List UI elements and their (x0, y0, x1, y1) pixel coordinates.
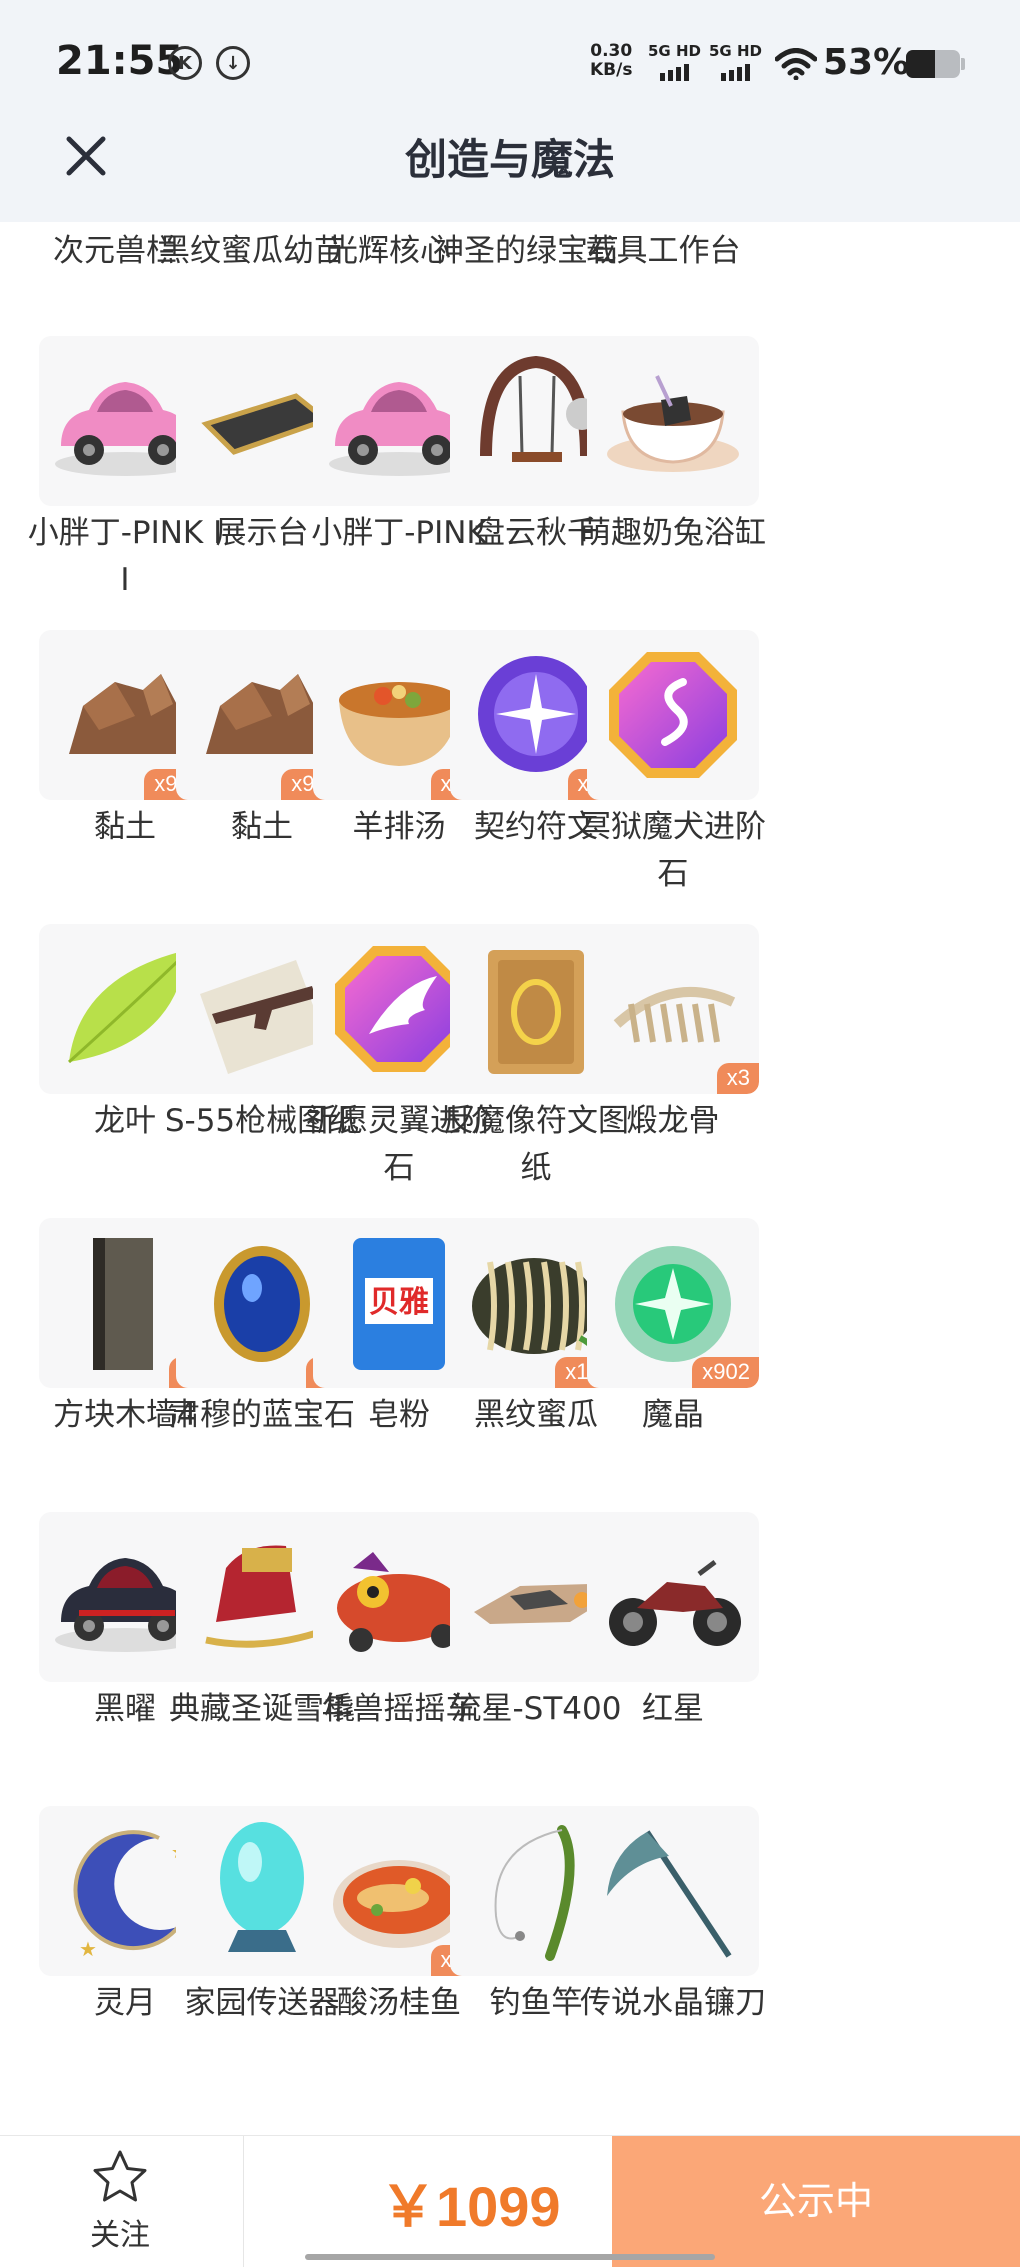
item-card[interactable]: 冥狱魔犬进阶石 (574, 630, 772, 898)
sim2-label: 5G HD (709, 42, 762, 60)
partial-item-label[interactable]: 载具工作台 (568, 228, 758, 275)
bottom-bar: 关注 ￥1099 公示中 (0, 2135, 1020, 2267)
item-card[interactable]: 萌趣奶兔浴缸 (574, 336, 772, 557)
top-bar: 21:55 K ↓ 0.30 KB/s 5G HD 5G HD 53% 创造与魔… (0, 0, 1020, 222)
status-time: 21:55 (56, 38, 184, 84)
signal-sim2-icon: 5G HD (709, 42, 762, 81)
signal-sim1-icon: 5G HD (648, 42, 701, 81)
public-notice-button[interactable]: 公示中 (612, 2136, 1020, 2267)
item-name: 煅龙骨 (626, 1103, 720, 1139)
battery-cap (961, 58, 965, 70)
item-thumbnail: x902 (587, 1218, 759, 1388)
item-card[interactable]: x3 煅龙骨 (574, 924, 772, 1145)
teacup-bathtub-icon (607, 375, 739, 472)
follow-label: 关注 (90, 2218, 150, 2253)
item-name: 红星 (642, 1691, 704, 1727)
item-thumbnail (587, 630, 759, 800)
item-thumbnail (587, 1512, 759, 1682)
follow-button[interactable]: 关注 (70, 2148, 170, 2254)
battery-percent: 53% (823, 42, 910, 83)
pink-gem-icon (609, 652, 737, 778)
wifi-icon (775, 48, 817, 80)
svg-text:贝雅: 贝雅 (369, 1285, 429, 1320)
item-card[interactable]: 红星 (574, 1512, 772, 1733)
network-speed: 0.30 KB/s (590, 42, 632, 80)
motorcycle-icon (609, 1560, 741, 1646)
item-name: 传说水晶镰刀 (580, 1985, 766, 2021)
item-thumbnail (587, 1806, 759, 1976)
page-title: 创造与魔法 (404, 135, 615, 184)
item-name: 冥狱魔犬进阶石 (580, 809, 766, 892)
battery-icon (906, 50, 960, 78)
star-icon (93, 2150, 147, 2202)
item-card[interactable]: 传说水晶镰刀 (574, 1806, 772, 2027)
svg-text:★: ★ (79, 1937, 97, 1961)
item-name: 萌趣奶兔浴缸 (580, 515, 766, 551)
network-speed-value: 0.30 (590, 41, 633, 61)
item-thumbnail: x3 (587, 924, 759, 1094)
page-header: 创造与魔法 (0, 108, 1020, 222)
item-grid: 次元兽栏 黑纹蜜瓜幼苗 光辉核心 神圣的绿宝石 载具工作台 小胖丁-PINK II 展示台… (0, 222, 1020, 2122)
home-indicator[interactable] (305, 2254, 715, 2260)
quantity-badge: x3 (716, 1063, 759, 1094)
k-app-icon: K (168, 46, 202, 80)
network-speed-unit: KB/s (590, 60, 633, 80)
item-card[interactable]: x902 魔晶 (574, 1218, 772, 1439)
price: ￥1099 (380, 2175, 561, 2238)
footer-divider (243, 2136, 244, 2267)
quantity-badge: x902 (692, 1357, 759, 1388)
notification-app-icon: ↓ (216, 46, 250, 80)
scythe-icon (607, 1830, 732, 1958)
item-thumbnail (587, 336, 759, 506)
item-name: 魔晶 (642, 1397, 704, 1433)
sim1-label: 5G HD (648, 42, 701, 60)
